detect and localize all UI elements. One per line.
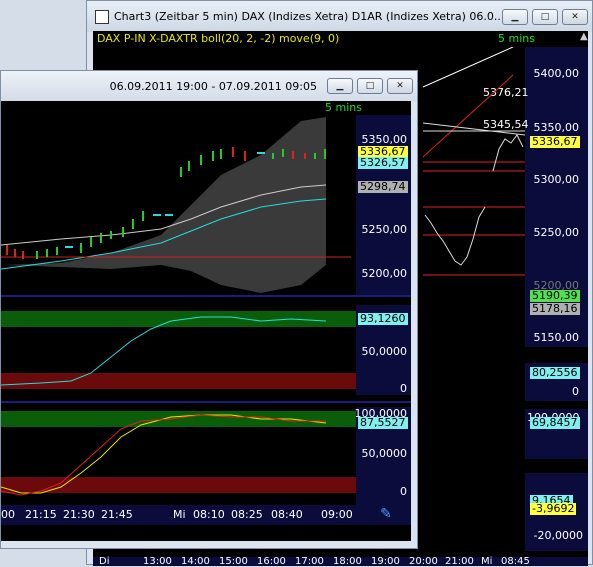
rsi-zero-label: 0: [400, 382, 407, 395]
panel-divider: [1, 401, 411, 403]
time-label: 13:00: [143, 556, 172, 567]
close-icon: ✕: [571, 11, 579, 22]
time-label: 20:00: [409, 556, 438, 567]
ind3-bottom-label: -20,0000: [533, 529, 583, 542]
time-label: 09:00: [321, 508, 353, 521]
time-label: 14:00: [181, 556, 210, 567]
maximize-button[interactable]: □: [532, 8, 558, 25]
time-label: 15:00: [219, 556, 248, 567]
chart3-titlebar[interactable]: Chart3 (Zeitbar 5 min) DAX (Indizes Xetr…: [87, 1, 592, 32]
ind2-value-tag: 69,8457: [530, 416, 580, 429]
maximize-icon: □: [540, 11, 550, 22]
minimize-button[interactable]: ▁: [327, 78, 353, 94]
panel-divider: [1, 295, 411, 297]
legend-expand-icon[interactable]: ▲: [580, 31, 588, 42]
stoch-value-tag: 87,5527: [358, 416, 408, 429]
time-label: 21:15: [25, 508, 57, 521]
time-label: Mi: [173, 508, 186, 521]
time-label: 21:00: [445, 556, 474, 567]
y-label: 5350,00: [533, 121, 580, 134]
ma-grey-tag: 5298,74: [358, 180, 408, 193]
close-button[interactable]: ✕: [562, 8, 588, 25]
ma-tag: 5178,16: [530, 302, 580, 315]
close-button[interactable]: ✕: [387, 78, 413, 94]
y-label: 5200,00: [361, 267, 408, 280]
stoch-mid-label: 50,0000: [361, 447, 408, 460]
time-label: 00: [1, 508, 15, 521]
ind1-value-tag: 80,2556: [530, 366, 580, 379]
close-icon: ✕: [396, 81, 404, 91]
maximize-button[interactable]: □: [357, 78, 383, 94]
time-label: 21:45: [101, 508, 133, 521]
stoch-zero-label: 0: [400, 485, 407, 498]
time-label: 08:25: [231, 508, 263, 521]
last-price-tag: 5336,67: [530, 135, 580, 148]
time-label: Di: [99, 556, 110, 567]
y-label: 5250,00: [533, 226, 580, 239]
time-label: 08:40: [271, 508, 303, 521]
floating-chart-window[interactable]: 06.09.2011 19:00 - 07.09.2011 09:05 ▁ □ …: [0, 70, 418, 549]
minimize-button[interactable]: ▁: [502, 8, 528, 25]
chart3-timeframe: 5 mins: [498, 32, 535, 45]
y-label: 5300,00: [533, 173, 580, 186]
maximize-icon: □: [365, 81, 375, 91]
floating-title: 06.09.2011 19:00 - 07.09.2011 09:05: [109, 79, 317, 93]
y-label: 5150,00: [533, 331, 580, 344]
y-label: 5250,00: [361, 223, 408, 236]
lower-band-tag: 5190,39: [530, 289, 580, 302]
rsi-plot: [1, 311, 356, 389]
stoch-plot: [1, 411, 356, 496]
floating-titlebar[interactable]: 06.09.2011 19:00 - 07.09.2011 09:05 ▁ □ …: [1, 71, 417, 101]
time-label: 19:00: [371, 556, 400, 567]
chart-app-icon: [95, 9, 109, 24]
ind3-value-a: -3,9692: [530, 502, 577, 515]
time-label: Mi: [481, 556, 493, 567]
rsi-value-tag: 93,1260: [358, 312, 408, 325]
floating-timeframe: 5 mins: [325, 101, 362, 114]
floating-price-plot: [1, 117, 351, 293]
time-label: 08:45: [501, 556, 530, 567]
minimize-icon: ▁: [511, 11, 519, 22]
chart3-title: Chart3 (Zeitbar 5 min) DAX (Indizes Xetr…: [114, 10, 502, 23]
minimize-icon: ▁: [336, 81, 344, 91]
time-label: 16:00: [257, 556, 286, 567]
time-label: 18:00: [333, 556, 362, 567]
rsi-mid-label: 50,0000: [361, 345, 408, 358]
time-label: 08:10: [193, 508, 225, 521]
chart3-legend: DAX P-IN X-DAXTR boll(20, 2, -2) move(9,…: [97, 32, 340, 45]
time-label: 21:30: [63, 508, 95, 521]
pen-tool-button[interactable]: ✎: [373, 505, 399, 523]
y-label: 5400,00: [533, 67, 580, 80]
pen-icon: ✎: [380, 506, 392, 522]
time-label: 17:00: [295, 556, 324, 567]
ma-cyan-tag: 5326,57: [358, 156, 408, 169]
ind1-zero-label: 0: [572, 385, 579, 398]
